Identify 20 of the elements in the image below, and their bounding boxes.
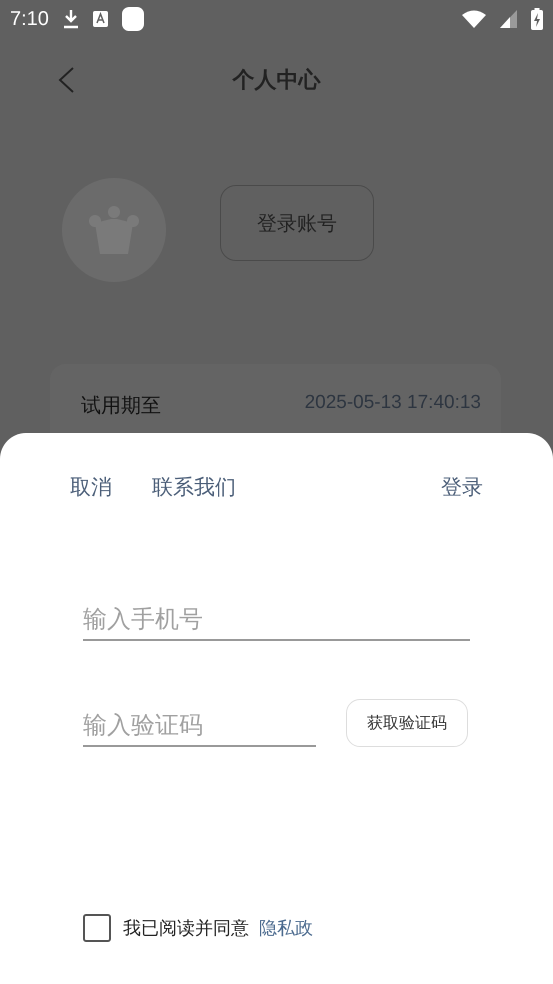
get-code-button[interactable]: 获取验证码	[346, 699, 468, 747]
agree-checkbox[interactable]	[83, 914, 111, 942]
sheet-action[interactable]: 登录	[441, 473, 483, 501]
privacy-link[interactable]: 隐私政	[259, 916, 313, 940]
trial-label: 试用期至	[81, 392, 161, 419]
code-input-field[interactable]: 输入验证码	[83, 711, 316, 747]
signal-icon	[500, 10, 517, 28]
wifi-icon	[462, 10, 486, 28]
sheet-action[interactable]: 取消	[70, 473, 112, 501]
app-icon	[122, 7, 144, 31]
download-icon	[62, 9, 79, 29]
page-title: 个人中心	[232, 66, 320, 95]
status-time: 7:10	[10, 8, 49, 30]
back-icon[interactable]	[56, 66, 76, 94]
battery-icon	[531, 8, 543, 30]
keyboard-icon	[92, 11, 108, 27]
agree-text: 我已阅读并同意	[123, 917, 249, 940]
sheet-action[interactable]: 联系我们	[152, 473, 236, 501]
phone-input-field[interactable]: 输入手机号	[83, 605, 470, 641]
trial-date: 2025-05-13 17:40:13	[304, 392, 481, 414]
